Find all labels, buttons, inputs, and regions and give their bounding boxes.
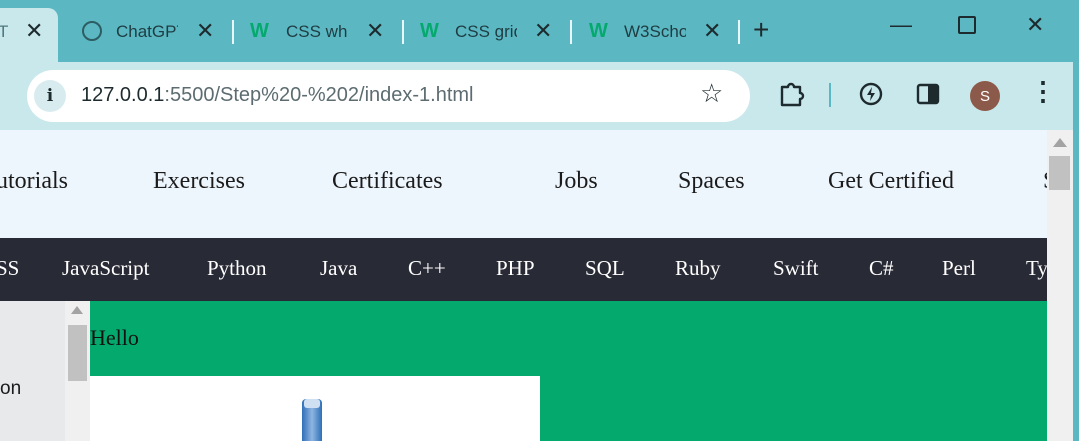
side-panel-button[interactable] [916, 82, 940, 111]
language-nav: SS JavaScript Python Java C++ PHP SQL Ru… [0, 238, 1047, 301]
tab-w3schools[interactable]: W W3Scho ✕ [587, 18, 727, 46]
w3schools-icon: W [250, 20, 269, 42]
browser-menu-button[interactable]: ⋮ [1030, 78, 1056, 104]
bolt-icon [859, 82, 883, 106]
nav-link-jobs[interactable]: Jobs [555, 168, 598, 195]
more-vert-icon: ⋮ [1030, 76, 1056, 106]
close-tab-icon[interactable]: ✕ [366, 20, 384, 42]
sidebar-link[interactable]: on [0, 378, 21, 400]
tab-active-page[interactable]: T ✕ [0, 18, 58, 46]
close-icon: ✕ [1026, 12, 1045, 37]
lang-link-python[interactable]: Python [207, 256, 267, 281]
scroll-up-arrow-icon[interactable] [71, 306, 83, 314]
tab-separator [570, 20, 572, 44]
profile-initial: S [979, 87, 990, 105]
main-content: Hello [90, 301, 1047, 441]
sidebar: on [0, 301, 65, 441]
lang-link-sql[interactable]: SQL [585, 256, 625, 281]
tab-chatgpt[interactable]: ChatGPT ✕ [80, 18, 220, 46]
page-scroll-thumb[interactable] [1049, 156, 1070, 190]
top-nav: utorials Exercises Certificates Jobs Spa… [0, 130, 1047, 238]
lang-link-csharp[interactable]: C# [869, 256, 894, 281]
close-tab-icon[interactable]: ✕ [703, 20, 721, 42]
tab-label: T [0, 22, 9, 41]
tab-label: ChatGPT [116, 22, 178, 41]
tab-separator [232, 20, 234, 44]
side-panel-icon [916, 83, 940, 105]
site-info-icon[interactable]: i [34, 80, 66, 112]
close-tab-icon[interactable]: ✕ [534, 20, 552, 42]
tab-label: CSS grid [455, 22, 517, 41]
sidebar-scroll-thumb[interactable] [68, 325, 87, 381]
nav-link-tutorials[interactable]: utorials [0, 168, 68, 195]
nav-link-spaces[interactable]: Spaces [678, 168, 745, 195]
tab-label: CSS whi [286, 22, 348, 41]
puzzle-icon [780, 82, 805, 107]
tab-separator [402, 20, 404, 44]
tab-label: W3Scho [624, 22, 686, 41]
chatgpt-icon [82, 21, 102, 41]
content-text: Hello [90, 325, 139, 350]
image-container [90, 376, 540, 441]
page-viewport: utorials Exercises Certificates Jobs Spa… [0, 130, 1047, 441]
scroll-up-arrow-icon[interactable] [1053, 138, 1067, 147]
new-tab-button[interactable]: + [753, 16, 769, 44]
minimize-button[interactable]: — [890, 14, 912, 36]
url-path: :5500/Step%20-%202/index-1.html [164, 84, 474, 106]
close-tab-icon[interactable]: ✕ [196, 20, 214, 42]
nav-link-certificates[interactable]: Certificates [332, 168, 443, 195]
lang-link-css[interactable]: SS [0, 256, 19, 281]
lang-link-java[interactable]: Java [320, 256, 357, 281]
plus-icon: + [753, 14, 770, 45]
extensions-button[interactable] [778, 79, 806, 112]
content-image-cap [304, 399, 320, 408]
bookmark-star-icon[interactable]: ☆ [700, 80, 723, 106]
w3schools-icon: W [420, 20, 439, 42]
lang-link-swift[interactable]: Swift [773, 256, 819, 281]
tab-css-whitespace[interactable]: W CSS whi ✕ [248, 18, 388, 46]
toolbar-divider [829, 83, 831, 107]
url-text[interactable]: 127.0.0.1:5500/Step%20-%202/index-1.html [81, 84, 474, 107]
close-tab-icon[interactable]: ✕ [25, 20, 43, 42]
close-window-button[interactable]: ✕ [1026, 14, 1044, 36]
w3schools-icon: W [589, 20, 608, 42]
profile-avatar[interactable]: S [970, 81, 1000, 111]
tab-css-grid[interactable]: W CSS grid ✕ [418, 18, 558, 46]
extension-button[interactable] [857, 80, 885, 113]
url-host: 127.0.0.1 [81, 84, 165, 106]
lang-link-perl[interactable]: Perl [942, 256, 976, 281]
tab-separator [738, 20, 740, 44]
lang-link-typescript[interactable]: Ty [1026, 256, 1047, 281]
nav-link-get-certified[interactable]: Get Certified [828, 168, 954, 195]
minimize-icon: — [890, 12, 912, 37]
nav-link-exercises[interactable]: Exercises [153, 168, 245, 195]
lang-link-ruby[interactable]: Ruby [675, 256, 721, 281]
maximize-icon [958, 16, 976, 34]
window-frame-right [1073, 62, 1079, 441]
lang-link-cpp[interactable]: C++ [408, 256, 446, 281]
maximize-button[interactable] [958, 16, 976, 38]
lang-link-javascript[interactable]: JavaScript [62, 256, 149, 281]
lang-link-php[interactable]: PHP [496, 256, 535, 281]
